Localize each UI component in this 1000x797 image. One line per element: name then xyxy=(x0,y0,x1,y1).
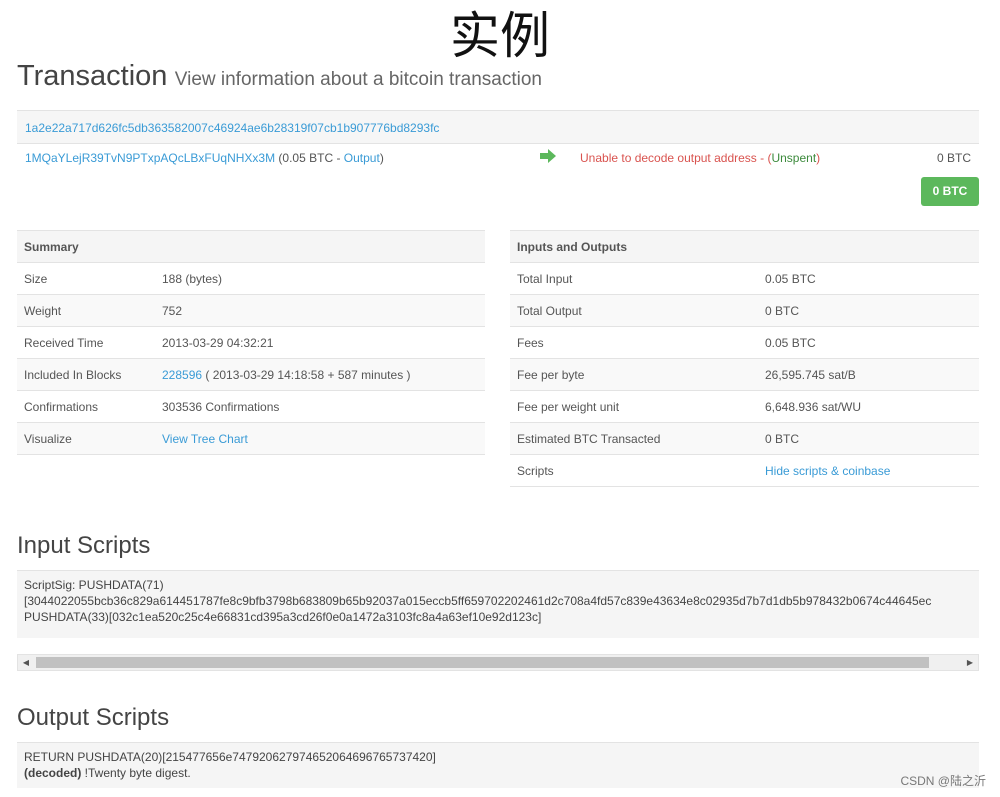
script-line: RETURN PUSHDATA(20)[215477656e7479206279… xyxy=(24,750,436,764)
input-output-link[interactable]: Output xyxy=(344,151,380,165)
page-subtitle: View information about a bitcoin transac… xyxy=(174,69,542,90)
output-unspent-status: Unspent xyxy=(771,151,817,165)
io-label: Fee per weight unit xyxy=(510,390,758,423)
output-scripts-heading: Output Scripts xyxy=(17,704,170,731)
table-row: Included In Blocks 228596 ( 2013-03-29 1… xyxy=(17,358,485,391)
io-label: Estimated BTC Transacted xyxy=(510,422,758,455)
scroll-left-icon[interactable]: ◀ xyxy=(18,655,34,670)
decoded-label: (decoded) xyxy=(24,766,82,780)
input-scripts-heading: Input Scripts xyxy=(17,532,151,559)
horizontal-scrollbar[interactable]: ◀ ▶ xyxy=(17,654,979,671)
io-value: Hide scripts & coinbase xyxy=(758,454,979,487)
output-amount: 0 BTC xyxy=(936,151,971,165)
table-row: Visualize View Tree Chart xyxy=(17,422,485,455)
table-row: Fee per weight unit 6,648.936 sat/WU xyxy=(510,390,979,423)
scrollbar-thumb[interactable] xyxy=(36,657,929,668)
table-row: Estimated BTC Transacted 0 BTC xyxy=(510,422,979,455)
io-value: 6,648.936 sat/WU xyxy=(758,390,979,423)
table-row: Total Input 0.05 BTC xyxy=(510,262,979,295)
io-value: 0 BTC xyxy=(758,294,979,327)
script-line: PUSHDATA(33)[032c1ea520c25c4e66831cd395a… xyxy=(24,610,542,624)
table-row: Fees 0.05 BTC xyxy=(510,326,979,359)
transaction-block: 1a2e22a717d626fc5db363582007c46924ae6b28… xyxy=(17,110,979,206)
output-scripts-box: RETURN PUSHDATA(20)[215477656e7479206279… xyxy=(17,742,979,788)
io-label: Total Output xyxy=(510,294,758,327)
summary-label: Confirmations xyxy=(17,390,155,423)
caption-title: 实例 xyxy=(450,7,550,65)
input-address-link[interactable]: 1MQaYLejR39TvN9PTxpAQcLBxFUqNHXx3M xyxy=(25,151,275,165)
table-row: Received Time 2013-03-29 04:32:21 xyxy=(17,326,485,359)
transaction-io-row: 1MQaYLejR39TvN9PTxpAQcLBxFUqNHXx3M (0.05… xyxy=(17,143,979,206)
io-value: 0 BTC xyxy=(758,422,979,455)
table-row: Scripts Hide scripts & coinbase xyxy=(510,454,979,487)
summary-label: Size xyxy=(17,262,155,295)
block-link[interactable]: 228596 xyxy=(162,368,202,382)
table-row: Fee per byte 26,595.745 sat/B xyxy=(510,358,979,391)
scroll-right-icon[interactable]: ▶ xyxy=(962,655,978,670)
page-title: Transaction xyxy=(17,60,168,92)
transaction-hash-row: 1a2e22a717d626fc5db363582007c46924ae6b28… xyxy=(17,110,979,143)
io-label: Fees xyxy=(510,326,758,359)
output-close: ) xyxy=(816,151,821,165)
decoded-text: !Twenty byte digest. xyxy=(81,766,191,780)
watermark: CSDN @陆之沂 xyxy=(900,774,986,788)
right-arrow-icon xyxy=(540,149,556,163)
summary-value: 188 (bytes) xyxy=(155,262,485,295)
inputs-outputs-table: Inputs and Outputs Total Input 0.05 BTC … xyxy=(510,230,979,487)
table-row: Size 188 (bytes) xyxy=(17,262,485,295)
total-btc-button[interactable]: 0 BTC xyxy=(921,177,979,206)
input-amount-open: (0.05 BTC - xyxy=(278,151,344,165)
io-value: 26,595.745 sat/B xyxy=(758,358,979,391)
transaction-hash-link[interactable]: 1a2e22a717d626fc5db363582007c46924ae6b28… xyxy=(25,121,439,135)
block-time: ( 2013-03-29 14:18:58 + 587 minutes ) xyxy=(202,367,411,382)
transaction-output: Unable to decode output address - (Unspe… xyxy=(580,151,820,165)
inputs-outputs-header: Inputs and Outputs xyxy=(510,230,979,263)
io-label: Total Input xyxy=(510,262,758,295)
summary-table: Summary Size 188 (bytes) Weight 752 Rece… xyxy=(17,230,485,455)
hide-scripts-link[interactable]: Hide scripts & coinbase xyxy=(765,464,890,478)
table-row: Confirmations 303536 Confirmations xyxy=(17,390,485,423)
io-label: Scripts xyxy=(510,454,758,487)
summary-header: Summary xyxy=(17,230,485,263)
script-line: ScriptSig: PUSHDATA(71) xyxy=(24,578,164,592)
decoded-line: (decoded) !Twenty byte digest. xyxy=(24,765,972,781)
summary-label: Included In Blocks xyxy=(17,358,155,391)
page-heading: Transaction View information about a bit… xyxy=(17,60,542,93)
summary-value: 752 xyxy=(155,294,485,327)
summary-label: Weight xyxy=(17,294,155,327)
io-value: 0.05 BTC xyxy=(758,326,979,359)
output-decode-error: Unable to decode output address - ( xyxy=(580,151,772,165)
summary-value: 2013-03-29 04:32:21 xyxy=(155,326,485,359)
io-value: 0.05 BTC xyxy=(758,262,979,295)
summary-value: 303536 Confirmations xyxy=(155,390,485,423)
summary-label: Received Time xyxy=(17,326,155,359)
input-amount-close: ) xyxy=(379,151,384,165)
summary-label: Visualize xyxy=(17,422,155,455)
transaction-input: 1MQaYLejR39TvN9PTxpAQcLBxFUqNHXx3M (0.05… xyxy=(25,151,384,165)
script-line: [3044022055bcb36c829a614451787fe8c9bfb37… xyxy=(24,594,932,608)
summary-value: 228596 ( 2013-03-29 14:18:58 + 587 minut… xyxy=(155,358,485,391)
input-scripts-box: ScriptSig: PUSHDATA(71) [3044022055bcb36… xyxy=(17,570,979,638)
table-row: Total Output 0 BTC xyxy=(510,294,979,327)
table-row: Weight 752 xyxy=(17,294,485,327)
view-tree-chart-link[interactable]: View Tree Chart xyxy=(162,432,248,446)
summary-value: View Tree Chart xyxy=(155,422,485,455)
io-label: Fee per byte xyxy=(510,358,758,391)
